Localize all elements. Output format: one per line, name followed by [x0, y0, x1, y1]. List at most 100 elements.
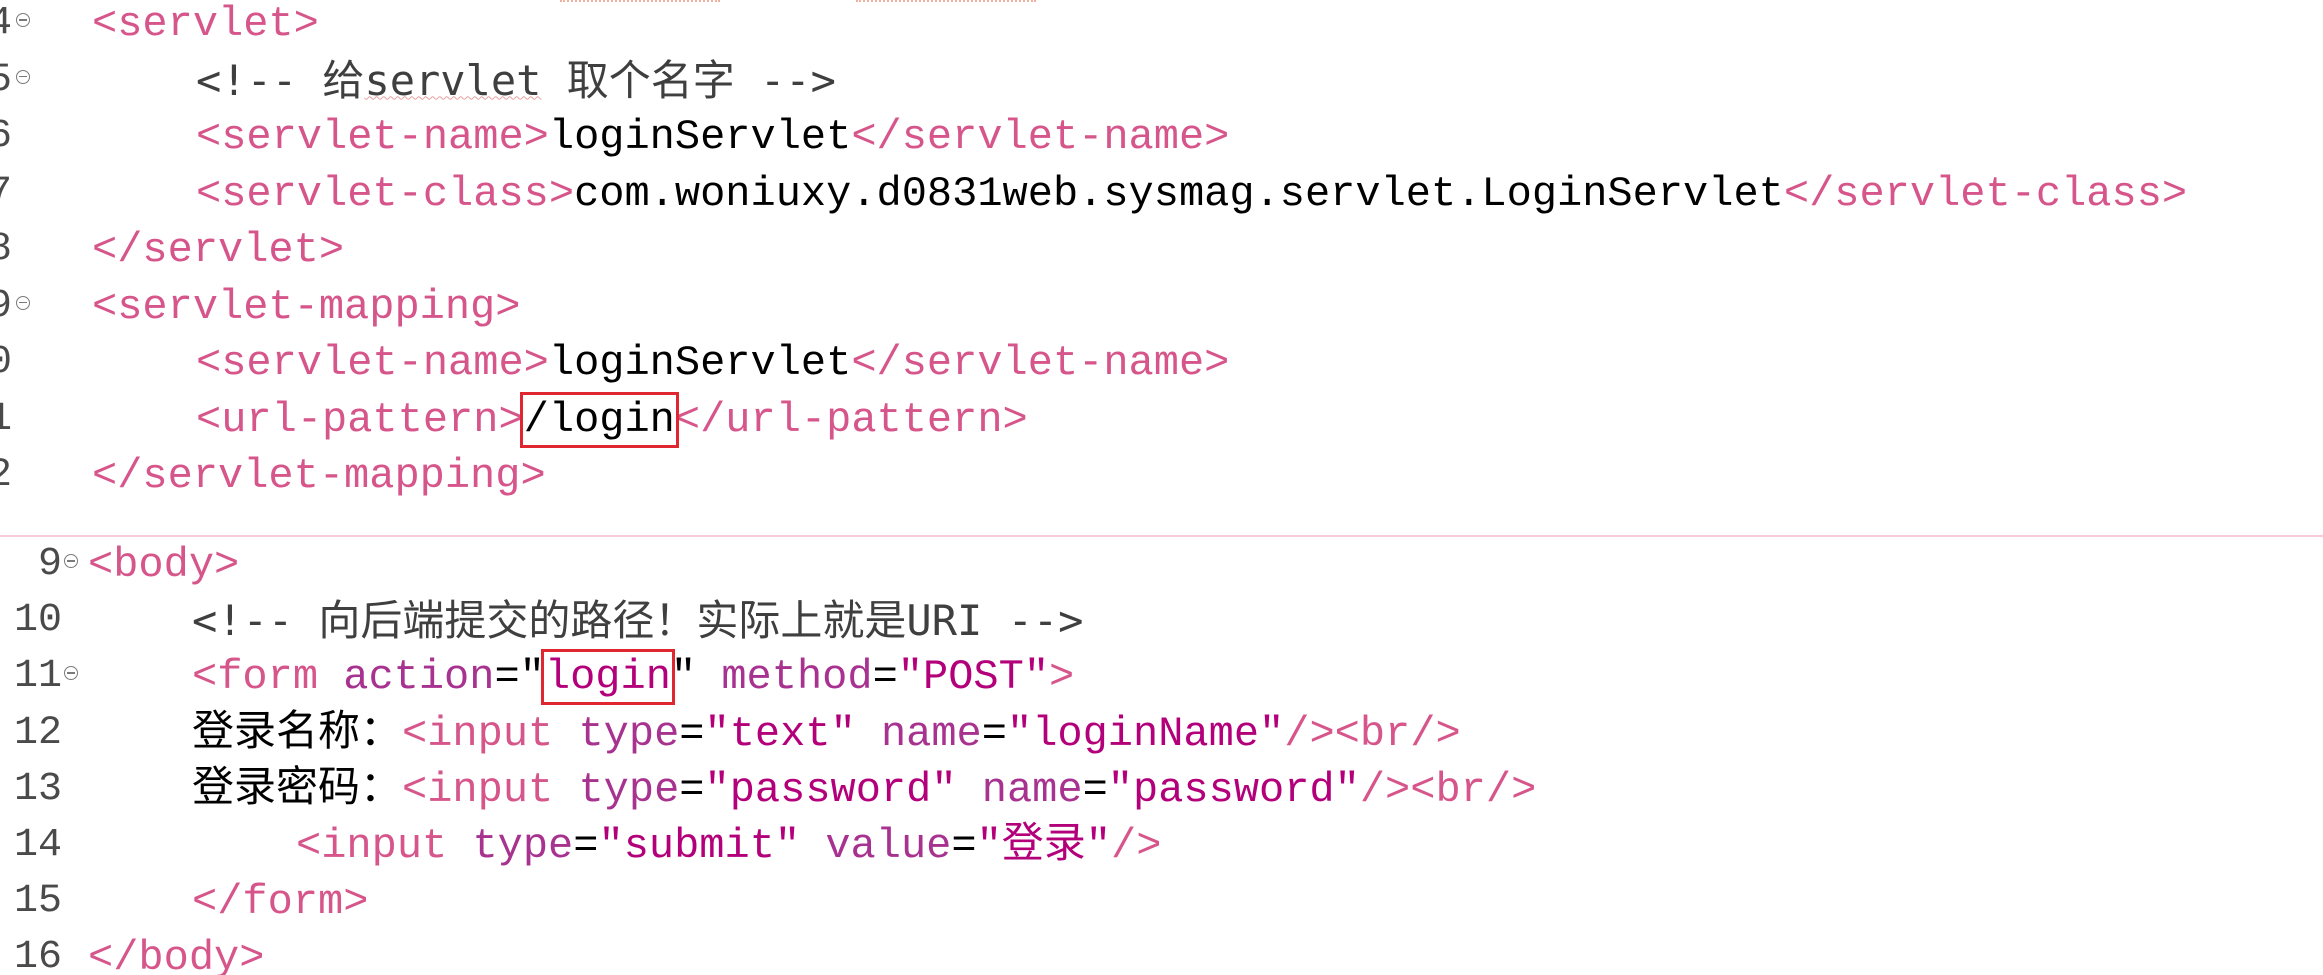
code-line[interactable]: 8 </servlet> — [0, 222, 2323, 278]
line-number: 9 — [0, 279, 12, 335]
code-text: <form action="login" method="POST"> — [192, 649, 1075, 706]
code-line[interactable]: 15 </form> — [0, 874, 2323, 930]
line-number: 2 — [0, 448, 12, 504]
code-token: type — [578, 765, 680, 814]
code-line[interactable]: 16 </body> — [0, 930, 2323, 975]
code-text: </servlet-mapping> — [92, 448, 546, 504]
code-token: <input — [296, 822, 473, 870]
line-number: 12 — [13, 710, 62, 756]
code-token: method — [721, 653, 873, 702]
code-token: <input — [402, 765, 579, 814]
code-line[interactable]: 11 <form action="login" method="POST"> — [0, 649, 2323, 706]
code-token: </servlet> — [92, 226, 345, 274]
highlighted-path: login — [540, 649, 675, 706]
code-token: com.woniuxy.d0831web.sysmag.servlet.Logi… — [574, 169, 1784, 218]
code-token: type — [578, 709, 680, 758]
code-text: 登录密码：<input type="password" name="passwo… — [192, 762, 1536, 818]
collapse-icon[interactable] — [16, 69, 30, 84]
code-token: 取个名字 --> — [541, 55, 836, 105]
code-token: value — [800, 822, 952, 870]
html-form-editor[interactable]: 9 <body> 10 <!-- 向后端提交的路径！实际上就是URI --> 11 <fo… — [0, 537, 2323, 975]
code-line[interactable]: 12 登录名称：<input type="text" name="loginNam… — [0, 706, 2323, 762]
code-token: name — [956, 765, 1083, 814]
line-number: 16 — [13, 935, 62, 975]
code-line[interactable]: 14 <input type="submit" value="登录"/> — [0, 818, 2323, 874]
code-token: <!-- 向后端提交的路径！实际上就是URI --> — [192, 596, 1084, 646]
code-token: " — [670, 653, 722, 702]
code-text: <!-- 向后端提交的路径！实际上就是URI --> — [192, 593, 1083, 649]
code-line[interactable]: 7 <servlet-class>com.woniuxy.d0831web.sys… — [0, 166, 2323, 222]
line-number: 9 — [37, 542, 62, 587]
code-text: <!-- 给servlet 取个名字 --> — [196, 53, 836, 109]
line-number: 1 — [0, 392, 12, 448]
code-token: <!-- 给 — [196, 55, 365, 105]
servlet-xml-editor[interactable]: 4 <servlet> 5 <!-- 给servlet 取个名字 --> 6 <servl… — [0, 0, 2323, 537]
code-token: servlet — [364, 55, 542, 105]
code-token: <form — [192, 653, 344, 702]
code-token: </servlet-name> — [851, 339, 1230, 387]
line-number: 7 — [0, 166, 12, 222]
code-token: <servlet> — [92, 0, 319, 48]
code-token: = — [951, 822, 977, 870]
code-text: </body> — [88, 930, 264, 975]
code-token: 登录名称： — [192, 709, 403, 758]
code-token: </form> — [192, 878, 369, 927]
code-line[interactable]: 6 <servlet-name>loginServlet</servlet-nam… — [0, 109, 2323, 165]
code-token: /> — [1111, 822, 1162, 870]
code-token: = — [981, 709, 1007, 758]
code-text: <servlet-mapping> — [92, 279, 520, 335]
line-number: 8 — [0, 222, 12, 278]
code-token: type — [472, 822, 574, 870]
line-number: 10 — [13, 598, 62, 644]
highlighted-path: /login — [519, 391, 679, 448]
code-text: <servlet> — [92, 0, 319, 52]
code-token: "loginName" — [1006, 709, 1285, 758]
code-line[interactable]: 5 <!-- 给servlet 取个名字 --> — [0, 53, 2323, 109]
line-number: 4 — [0, 0, 12, 52]
collapse-icon[interactable] — [16, 295, 30, 310]
code-token: <url-pattern> — [196, 395, 524, 444]
code-text: <input type="submit" value="登录"/> — [296, 818, 1161, 874]
code-token: = — [1082, 765, 1108, 814]
line-number: 14 — [13, 823, 62, 868]
code-token: </body> — [88, 934, 265, 975]
line-number: 11 — [13, 654, 62, 700]
code-line[interactable]: 0 <servlet-name>loginServlet</servlet-nam… — [0, 335, 2323, 391]
code-line[interactable]: 9 <body> — [0, 537, 2323, 593]
code-text: 登录名称：<input type="text" name="loginName"… — [192, 706, 1461, 762]
code-token: action — [343, 653, 495, 702]
code-line[interactable]: 13 登录密码：<input type="password" name="pass… — [0, 762, 2323, 818]
code-token: "POST" — [897, 653, 1050, 702]
code-token: "password" — [704, 765, 957, 814]
code-token: <servlet-mapping> — [92, 282, 521, 331]
code-token: =" — [494, 653, 545, 702]
code-token: 登录密码： — [192, 765, 403, 814]
code-line[interactable]: 9 <servlet-mapping> — [0, 279, 2323, 335]
code-line[interactable]: 1 <url-pattern>/login</url-pattern> — [0, 391, 2323, 448]
code-line[interactable]: 10 <!-- 向后端提交的路径！实际上就是URI --> — [0, 593, 2323, 649]
line-number: 0 — [0, 335, 12, 391]
code-line[interactable]: 4 <servlet> — [0, 0, 2323, 52]
code-text: <body> — [88, 537, 239, 593]
code-token: <servlet-name> — [196, 339, 549, 387]
code-token: <servlet-class> — [196, 169, 575, 218]
code-text: <servlet-name>loginServlet</servlet-name… — [196, 109, 1229, 165]
code-token: "submit" — [598, 822, 801, 870]
code-token: </servlet-name> — [851, 113, 1230, 161]
collapse-icon[interactable] — [64, 666, 78, 681]
code-text: <url-pattern>/login</url-pattern> — [196, 391, 1028, 448]
code-token: = — [679, 709, 705, 758]
line-number: 6 — [0, 109, 12, 165]
code-token: name — [855, 709, 982, 758]
code-token: </servlet-class> — [1783, 169, 2188, 218]
code-token: </url-pattern> — [674, 395, 1028, 444]
code-token: </servlet-mapping> — [92, 452, 546, 500]
code-token: > — [1049, 653, 1075, 702]
collapse-icon[interactable] — [64, 554, 78, 568]
code-token: "text" — [704, 709, 856, 758]
code-token: loginServlet — [548, 113, 852, 161]
code-token: = — [872, 653, 898, 702]
code-line[interactable]: 2 </servlet-mapping> — [0, 448, 2323, 504]
collapse-icon[interactable] — [16, 13, 30, 27]
code-text: </form> — [192, 874, 368, 930]
